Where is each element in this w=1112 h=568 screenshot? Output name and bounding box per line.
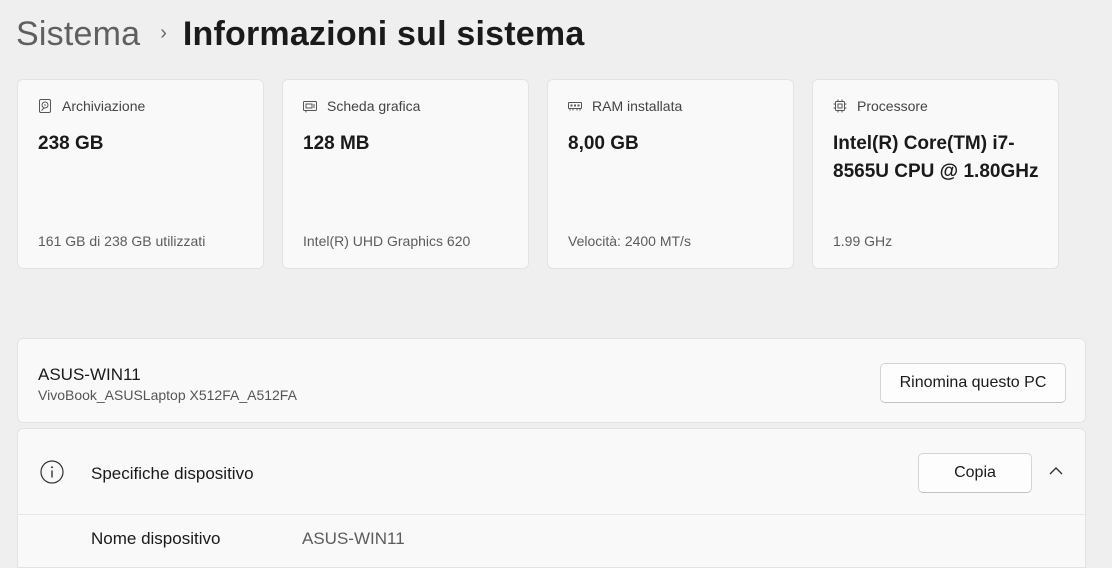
storage-icon [39,99,51,113]
processor-card[interactable]: Processore Intel(R) Core(TM) i7-8565U CP… [812,79,1059,269]
graphics-value: 128 MB [303,133,370,154]
device-specs-header[interactable]: Specifiche dispositivo Copia [18,429,1085,515]
device-name-panel: ASUS-WIN11 VivoBook_ASUSLaptop X512FA_A5… [17,338,1086,423]
chevron-right-icon: › [160,21,167,44]
device-name: ASUS-WIN11 [38,365,141,384]
device-model: VivoBook_ASUSLaptop X512FA_A512FA [38,387,297,403]
breadcrumb: Sistema › Informazioni sul sistema [16,12,584,56]
ram-label: RAM installata [592,98,683,114]
copy-button[interactable]: Copia [918,453,1032,493]
storage-card[interactable]: Archiviazione 238 GB 161 GB di 238 GB ut… [17,79,264,269]
device-specs-title: Specifiche dispositivo [91,464,254,483]
ram-icon [568,102,582,111]
info-icon [40,460,64,484]
rename-pc-button[interactable]: Rinomina questo PC [880,363,1066,403]
device-specs-panel: Specifiche dispositivo Copia Nome dispos… [17,428,1086,568]
processor-speed: 1.99 GHz [833,233,893,249]
processor-value: Intel(R) Core(TM) i7-8565U CPU @ 1.80GHz [833,133,1039,182]
graphics-card-icon [303,101,317,113]
graphics-label: Scheda grafica [327,98,421,114]
graphics-model: Intel(R) UHD Graphics 620 [303,233,471,249]
processor-icon [833,99,847,113]
ram-speed: Velocità: 2400 MT/s [568,233,691,249]
storage-label: Archiviazione [62,98,146,114]
storage-value: 238 GB [38,133,104,154]
chevron-up-icon[interactable] [1046,461,1066,481]
spec-label-device-name: Nome dispositivo [91,529,221,548]
spec-value-device-name: ASUS-WIN11 [302,529,405,548]
ram-card[interactable]: RAM installata 8,00 GB Velocità: 2400 MT… [547,79,794,269]
page-title: Informazioni sul sistema [182,14,585,53]
graphics-card[interactable]: Scheda grafica 128 MB Intel(R) UHD Graph… [282,79,529,269]
breadcrumb-sistema-link[interactable]: Sistema [16,15,140,54]
storage-usage: 161 GB di 238 GB utilizzati [38,233,206,249]
ram-value: 8,00 GB [568,133,639,154]
processor-label: Processore [857,98,928,114]
